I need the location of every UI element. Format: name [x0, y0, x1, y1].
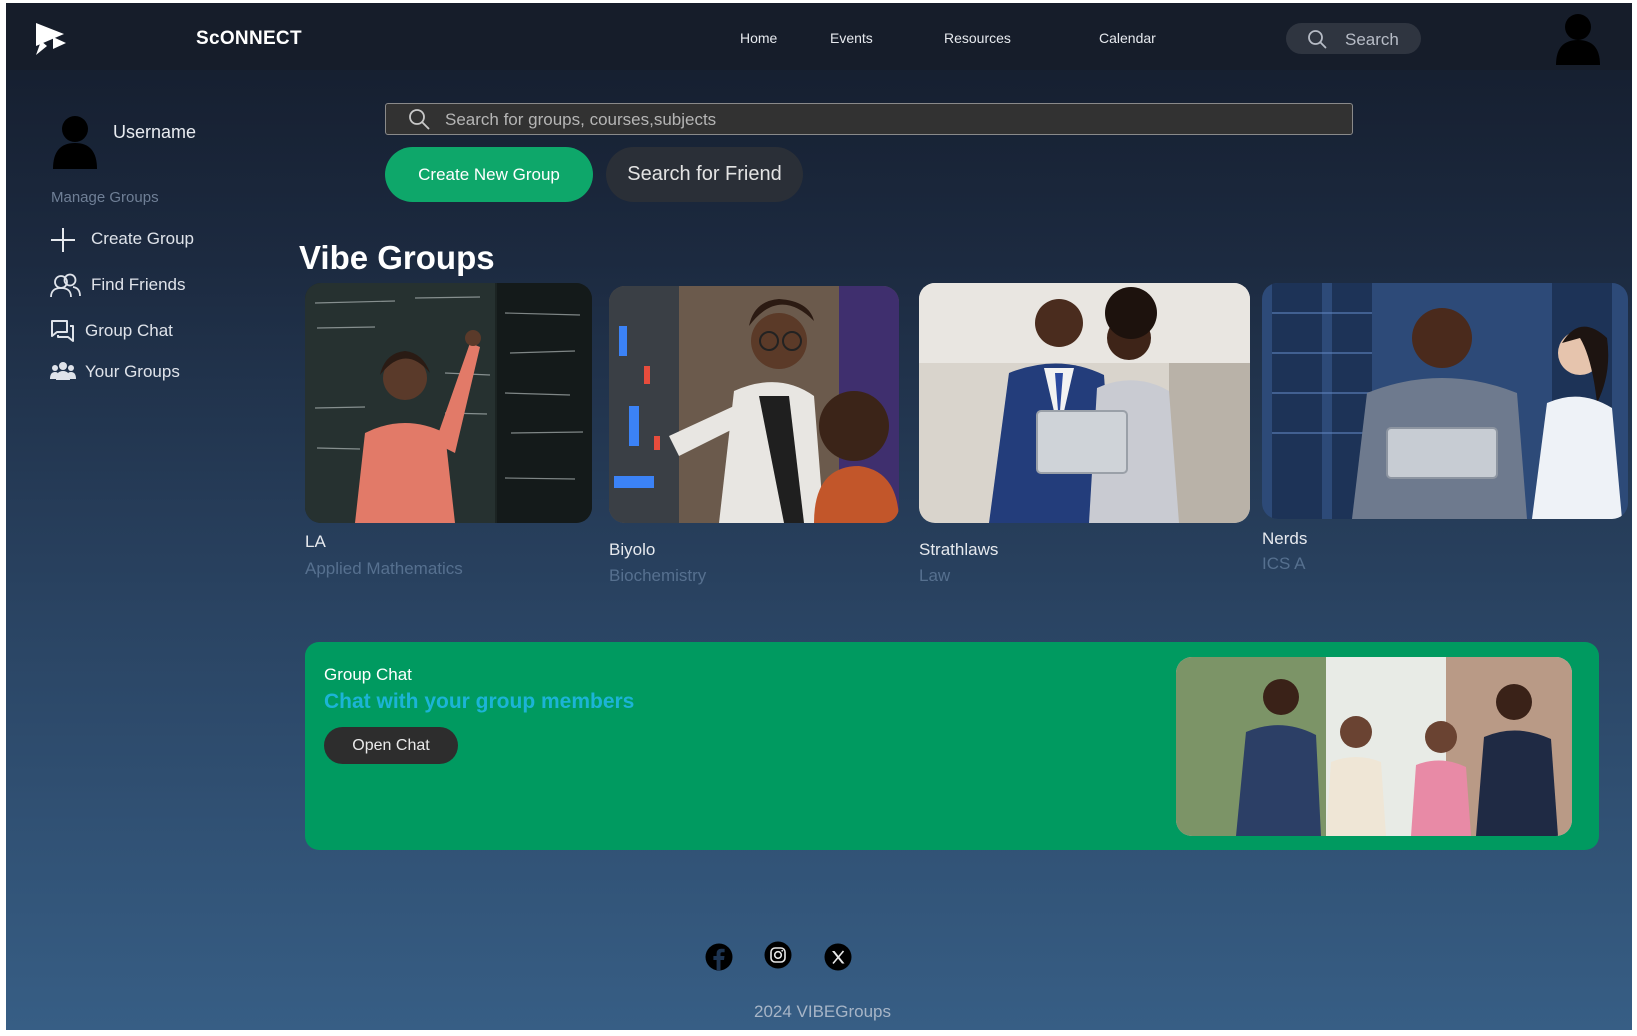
app-frame: ScONNECT Home Events Resources Calendar …: [6, 3, 1632, 1030]
group-name: Strathlaws: [919, 540, 999, 559]
sidebar-section-label: Manage Groups: [51, 189, 159, 206]
chat-icon: [51, 320, 74, 342]
profile-avatar-icon[interactable]: [52, 115, 98, 169]
group-name: Nerds: [1262, 529, 1308, 548]
nav-link-home[interactable]: Home: [740, 30, 777, 46]
play-chat-logo-icon[interactable]: [33, 21, 69, 57]
sidebar-item-label: Create Group: [91, 229, 194, 248]
sidebar-item-your-groups[interactable]: Your Groups: [50, 358, 220, 388]
instagram-icon[interactable]: [764, 941, 792, 969]
group-card-la[interactable]: LA Applied Mathematics: [305, 283, 592, 578]
users-icon: [50, 273, 81, 298]
copyright-label: 2024 VIBEGroups: [753, 1002, 892, 1021]
user-avatar-icon[interactable]: [1554, 13, 1602, 65]
sidebar-username[interactable]: Username: [113, 122, 196, 143]
create-new-group-button[interactable]: Create New Group: [385, 147, 593, 202]
copyright-text: 2024 VIBEGroups: [6, 1002, 1632, 1022]
nav-link-calendar[interactable]: Calendar: [1099, 30, 1156, 46]
nav-link-events[interactable]: Events: [830, 30, 873, 46]
sidebar-item-create-group[interactable]: Create Group: [50, 225, 220, 255]
search-icon: [1308, 30, 1327, 49]
sidebar-item-label: Group Chat: [85, 321, 173, 340]
sidebar-item-label: Find Friends: [91, 275, 186, 294]
banner-subtitle: Chat with your group members: [324, 690, 635, 713]
group-name: Biyolo: [609, 540, 656, 559]
group-subject: Applied Mathematics: [305, 559, 463, 578]
top-search-label: Search: [1345, 30, 1399, 49]
group-card-nerds[interactable]: Nerds ICS A: [1262, 283, 1628, 573]
groups-icon: [50, 362, 76, 380]
group-image: [1262, 283, 1628, 519]
x-icon[interactable]: [824, 943, 852, 971]
plus-icon: [51, 228, 75, 252]
top-navbar: ScONNECT Home Events Resources Calendar …: [6, 3, 1632, 70]
group-chat-banner: Group Chat Chat with your group members …: [305, 642, 1599, 850]
banner-title: Group Chat: [324, 665, 412, 684]
group-search-input[interactable]: [443, 107, 1327, 133]
facebook-icon[interactable]: [705, 943, 733, 971]
sidebar-item-label: Your Groups: [85, 362, 180, 381]
group-image: [609, 286, 899, 523]
group-subject: Law: [919, 566, 951, 585]
sidebar-item-find-friends[interactable]: Find Friends: [50, 271, 220, 301]
group-image: [919, 283, 1250, 523]
group-subject: ICS A: [1262, 554, 1306, 573]
group-subject: Biochemistry: [609, 566, 707, 585]
open-chat-button[interactable]: Open Chat: [324, 727, 458, 764]
section-title: Vibe Groups: [299, 239, 495, 276]
brand-name[interactable]: ScONNECT: [196, 28, 302, 50]
group-search-bar: [385, 103, 1353, 135]
top-search-button[interactable]: Search: [1286, 23, 1421, 54]
sidebar-item-group-chat[interactable]: Group Chat: [50, 317, 220, 347]
group-chat-image: [1176, 657, 1572, 836]
nav-link-resources[interactable]: Resources: [944, 30, 1011, 46]
group-card-strathlaws[interactable]: Strathlaws Law: [919, 283, 1250, 585]
search-for-friend-button[interactable]: Search for Friend: [606, 147, 803, 202]
group-name: LA: [305, 532, 326, 551]
search-icon: [409, 109, 430, 130]
group-card-biyolo[interactable]: Biyolo Biochemistry: [609, 286, 899, 586]
group-image: [305, 283, 592, 523]
